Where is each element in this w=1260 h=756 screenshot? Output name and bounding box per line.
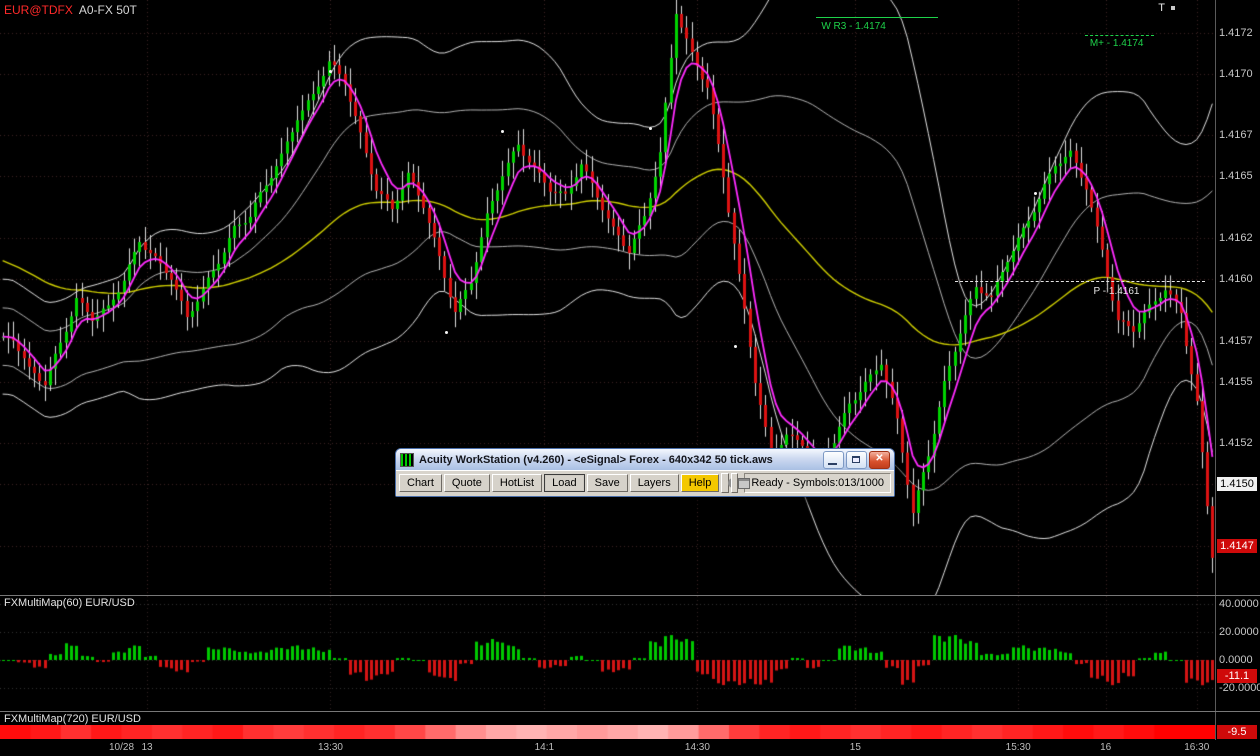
price-axis-label: 1.4167	[1219, 129, 1253, 141]
last-price-badge: 1.4147	[1217, 539, 1257, 553]
app-chart-icon	[400, 453, 414, 467]
heatmap-value-badge: -9.5	[1217, 725, 1257, 739]
workstation-dialog[interactable]: Acuity WorkStation (v4.260) - <eSignal> …	[395, 448, 895, 497]
fxmultimap60-label: FXMultiMap(60) EUR/USD	[4, 597, 135, 609]
main-chart-panel[interactable]: EUR@TDFXA0-FX 50T T W R3 - 1.4174M+ - 1.…	[0, 0, 1215, 595]
load-button[interactable]: Load	[544, 474, 584, 492]
price-axis[interactable]: 1.4172 1.4170 1.4167 1.4165 1.4162 1.4160 1.41…	[1215, 0, 1260, 595]
time-axis-label: 14:30	[685, 742, 710, 753]
momentum-histogram-canvas[interactable]	[0, 596, 1215, 711]
histogram-axis-label: 0.0000	[1219, 654, 1253, 666]
symbol-contract: A0-FX 50T	[79, 3, 137, 17]
restore-icon	[852, 456, 860, 463]
price-level-badge: 1.4150	[1217, 477, 1257, 491]
chart-tools-icon[interactable]: T	[1158, 2, 1165, 14]
dialog-title: Acuity WorkStation (v4.260) - <eSignal> …	[419, 454, 821, 466]
price-axis-label: 1.4160	[1219, 273, 1253, 285]
hotlist-button[interactable]: HotList	[492, 474, 542, 492]
chart-symbol-title: EUR@TDFX A0-FX 50T	[4, 3, 137, 17]
close-button[interactable]	[869, 451, 890, 469]
price-axis-label: 1.4152	[1219, 437, 1253, 449]
dialog-toolbar: Chart Quote HotList Load Save Layers Hel…	[396, 470, 894, 496]
histogram-value-badge: -11.1	[1217, 669, 1257, 683]
time-axis-label: 13	[141, 742, 152, 753]
fxmultimap60-panel[interactable]: FXMultiMap(60) EUR/USD	[0, 596, 1215, 711]
connection-button[interactable]	[721, 473, 728, 493]
chart-button[interactable]: Chart	[399, 474, 442, 492]
time-axis[interactable]: 10/28 13 13:30 14:1 14:30 15 15:30 16 16:30	[0, 740, 1260, 756]
histogram-axis[interactable]: 40.0000 20.0000 0.0000 -20.0000-11.1	[1215, 596, 1260, 711]
printer-icon	[738, 478, 750, 489]
price-axis-label: 1.4162	[1219, 232, 1253, 244]
status-text: Ready - Symbols:013/1000	[744, 473, 891, 493]
save-button[interactable]: Save	[587, 474, 628, 492]
fxmultimap720-label: FXMultiMap(720) EUR/USD	[4, 713, 141, 725]
histogram-axis-label: 20.0000	[1219, 626, 1259, 638]
time-axis-label: 10/28	[109, 742, 134, 753]
price-axis-label: 1.4157	[1219, 335, 1253, 347]
symbol-name: EUR@TDFX	[4, 3, 73, 17]
heatmap-axis: -9.5	[1215, 712, 1260, 740]
price-axis-label: 1.4172	[1219, 27, 1253, 39]
restore-button[interactable]	[846, 451, 867, 469]
histogram-axis-label: -20.0000	[1219, 682, 1260, 694]
fxmultimap720-panel[interactable]: FXMultiMap(720) EUR/USD	[0, 712, 1215, 740]
time-axis-label: 16:30	[1184, 742, 1209, 753]
quote-button[interactable]: Quote	[444, 474, 490, 492]
time-axis-label: 16	[1100, 742, 1111, 753]
layers-button[interactable]: Layers	[630, 474, 679, 492]
price-axis-label: 1.4155	[1219, 376, 1253, 388]
heatmap-strip-canvas[interactable]	[0, 725, 1215, 739]
corner-marker-icon	[1171, 6, 1175, 10]
time-axis-label: 15:30	[1006, 742, 1031, 753]
help-button[interactable]: Help	[681, 474, 720, 492]
print-button[interactable]	[731, 473, 738, 493]
dialog-titlebar[interactable]: Acuity WorkStation (v4.260) - <eSignal> …	[396, 449, 894, 470]
price-axis-label: 1.4165	[1219, 170, 1253, 182]
time-axis-label: 15	[850, 742, 861, 753]
candlestick-chart-canvas[interactable]	[0, 0, 1215, 595]
histogram-axis-label: 40.0000	[1219, 598, 1259, 610]
minimize-icon	[828, 463, 837, 465]
time-axis-label: 14:1	[535, 742, 554, 753]
minimize-button[interactable]	[823, 451, 844, 469]
time-axis-label: 13:30	[318, 742, 343, 753]
price-axis-label: 1.4170	[1219, 68, 1253, 80]
